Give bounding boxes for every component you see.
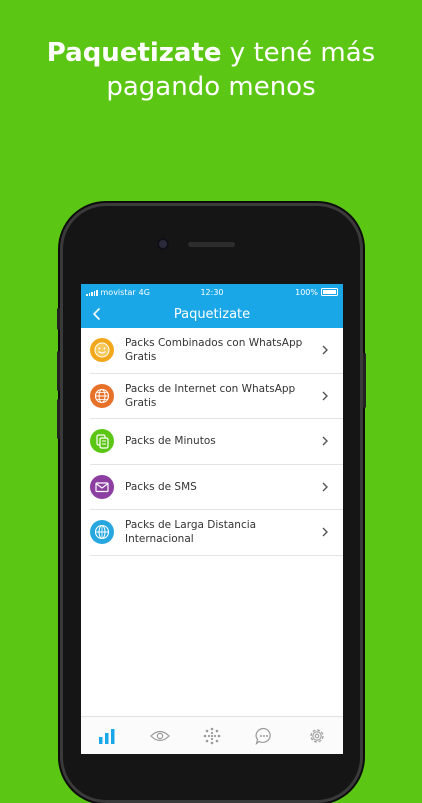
camera-icon: [159, 240, 167, 248]
list-item-label: Packs de Larga Distancia Internacional: [125, 519, 257, 546]
nav-bar: Paquetizate: [81, 300, 343, 328]
power-button: [363, 353, 366, 408]
status-bar: movistar 4G 12:30 100%: [81, 284, 343, 300]
globe-icon: [90, 383, 114, 408]
battery-icon: [321, 288, 338, 296]
phone-frame: movistar 4G 12:30 100% Paquetizate Packs…: [57, 203, 366, 803]
list-item-label: Packs de Internet con WhatsApp Gratis: [125, 382, 296, 409]
dots-circle-icon: [203, 727, 221, 744]
tab-consumo[interactable]: [96, 725, 118, 747]
tab-messages[interactable]: [253, 725, 275, 747]
tab-bar: [81, 716, 343, 754]
speaker-grille: [188, 242, 235, 247]
headline-rest: y tené más: [221, 38, 376, 68]
list-item-packs-internet[interactable]: Packs de Internet con WhatsApp Gratis: [90, 374, 343, 419]
smiley-icon: [90, 338, 114, 363]
carrier-label: movistar: [100, 287, 136, 297]
list-item-packs-minutos[interactable]: Packs de Minutos: [90, 419, 343, 465]
signal-icon: [86, 289, 98, 296]
list-item-packs-combinados[interactable]: Packs Combinados con WhatsApp Gratis: [90, 328, 343, 374]
page-title: Paquetizate: [173, 306, 251, 322]
gear-icon: [310, 728, 324, 743]
list-item-label: Packs de SMS: [125, 480, 197, 493]
envelope-icon: [90, 474, 114, 499]
chevron-right-icon: [322, 482, 328, 492]
volume-down-button: [57, 399, 60, 439]
list-item-packs-sms[interactable]: Packs de SMS: [90, 465, 343, 510]
back-chevron-icon[interactable]: [90, 307, 104, 321]
headline-line2: pagando menos: [106, 72, 316, 102]
headline: Paquetizate y tené más pagando menos: [0, 36, 422, 104]
headline-bold: Paquetizate: [46, 38, 222, 68]
tab-view[interactable]: [149, 725, 171, 747]
mute-switch: [57, 308, 60, 330]
packs-list: Packs Combinados con WhatsApp Gratis Pac…: [81, 328, 343, 556]
eye-icon: [149, 730, 170, 741]
phone-icon: [90, 429, 114, 454]
bar-chart-icon: [99, 728, 115, 744]
chevron-right-icon: [322, 527, 328, 537]
tab-services[interactable]: [201, 725, 223, 747]
world-icon: [90, 520, 114, 545]
app-screen: movistar 4G 12:30 100% Paquetizate Packs…: [81, 284, 343, 754]
chevron-right-icon: [322, 436, 328, 446]
volume-up-button: [57, 351, 60, 391]
list-item-label: Packs de Minutos: [125, 435, 216, 448]
chat-bubble-icon: [255, 727, 272, 745]
chevron-right-icon: [322, 345, 328, 355]
network-label: 4G: [138, 287, 150, 297]
list-item-packs-larga-distancia[interactable]: Packs de Larga Distancia Internacional: [90, 510, 343, 556]
tab-settings[interactable]: [306, 725, 328, 747]
list-item-label: Packs Combinados con WhatsApp Gratis: [125, 337, 303, 364]
battery-percent: 100%: [295, 287, 318, 297]
chevron-right-icon: [322, 391, 328, 401]
